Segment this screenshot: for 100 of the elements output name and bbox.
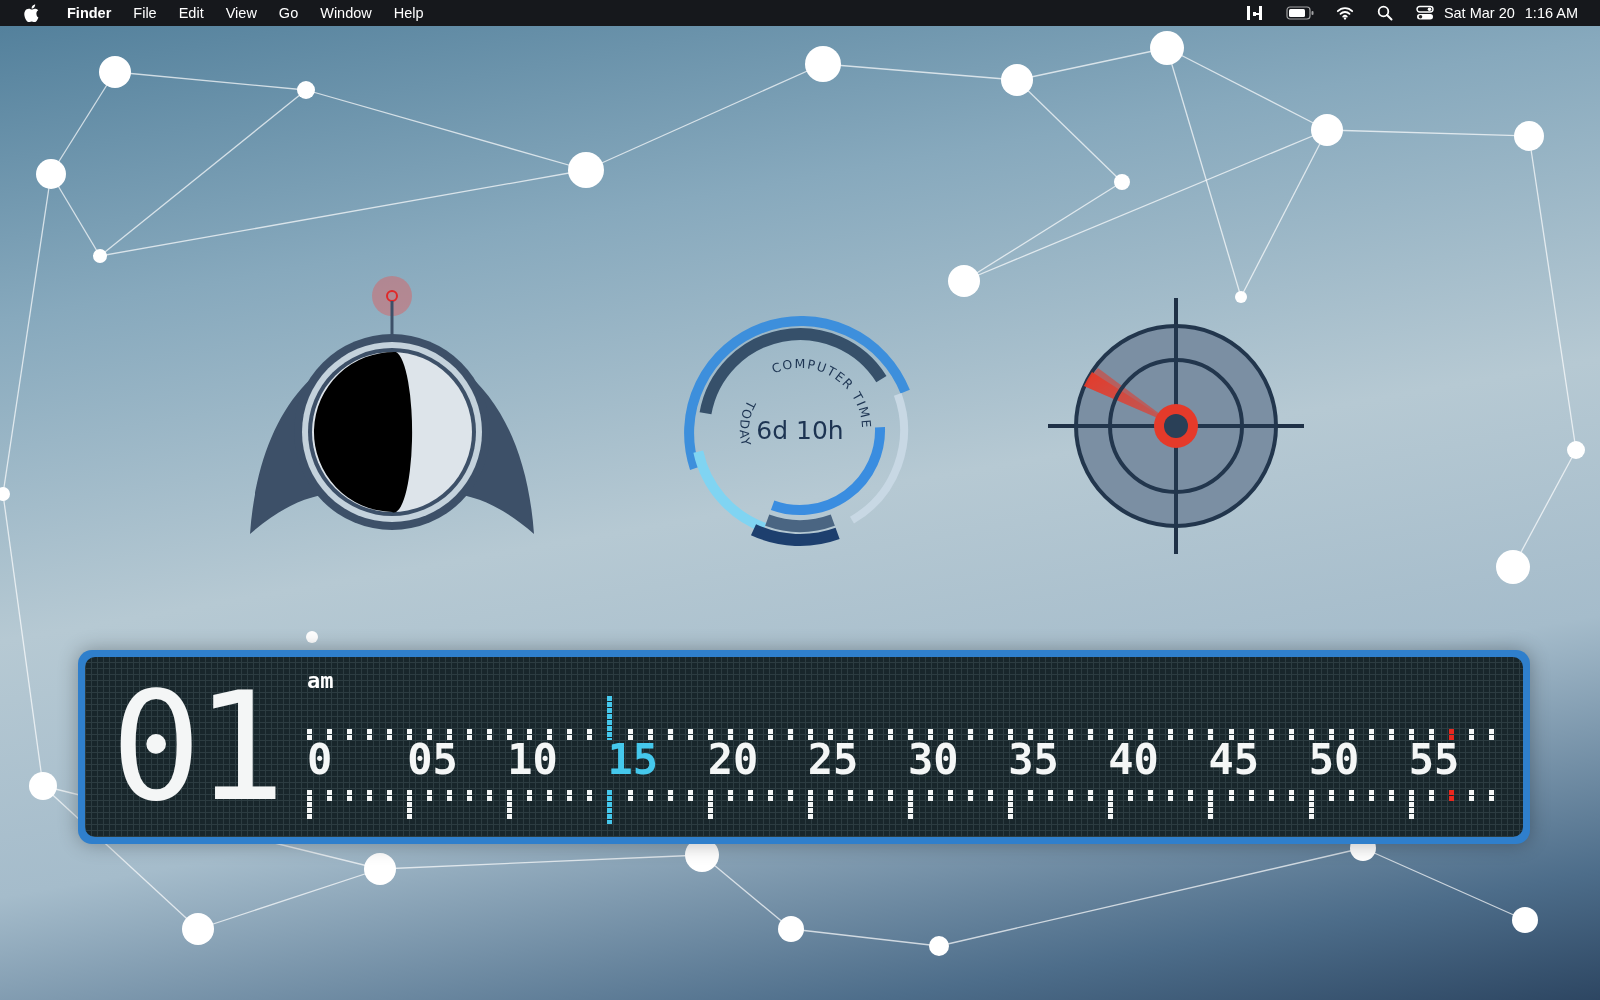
- tick-mark: [1128, 729, 1134, 740]
- minute-label: 45: [1208, 739, 1261, 781]
- tick-mark: [1148, 729, 1154, 740]
- tick-mark: [767, 790, 773, 801]
- tick-mark: [467, 790, 473, 801]
- computer-time-value: 6d 10h: [756, 415, 844, 445]
- tick-mark: [1188, 790, 1194, 801]
- tick-mark: [447, 790, 453, 801]
- control-center-icon[interactable]: [1415, 5, 1434, 21]
- tick-mark: [1268, 790, 1274, 801]
- tick-mark: [1248, 729, 1254, 740]
- tick-mark: [887, 790, 893, 801]
- tick-mark: [1228, 729, 1234, 740]
- tick-mark: [367, 790, 373, 801]
- tick-mark: [347, 729, 353, 740]
- tick-mark: [747, 790, 753, 801]
- tick-mark: [407, 790, 413, 819]
- tick-mark: [1468, 729, 1474, 740]
- tick-mark: [347, 790, 353, 801]
- tick-mark: [1008, 729, 1014, 740]
- tick-mark: [307, 790, 312, 819]
- tick-mark: [327, 729, 333, 740]
- tick-mark: [827, 790, 833, 801]
- apple-logo-icon[interactable]: [24, 4, 39, 22]
- tick-mark: [867, 790, 873, 801]
- tick-mark: [607, 790, 613, 824]
- tick-mark: [727, 790, 733, 801]
- tick-mark: [1188, 729, 1194, 740]
- tick-mark: [1388, 729, 1394, 740]
- tick-mark: [567, 790, 573, 801]
- tick-mark: [1288, 729, 1294, 740]
- battery-icon[interactable]: [1285, 5, 1314, 21]
- app-menu[interactable]: Finder: [67, 5, 112, 21]
- tick-mark: [1488, 790, 1494, 801]
- tick-mark: [587, 729, 593, 740]
- tick-mark: [807, 729, 813, 740]
- tick-mark: [1328, 790, 1334, 801]
- tick-mark: [988, 729, 994, 740]
- tick-mark: [1368, 729, 1374, 740]
- tick-mark: [1048, 790, 1054, 801]
- tick-mark: [1008, 790, 1014, 819]
- tick-mark: [1328, 729, 1334, 740]
- tick-mark: [1168, 729, 1174, 740]
- minute-label: 15: [607, 739, 660, 781]
- tick-mark: [908, 729, 913, 740]
- tick-mark: [787, 790, 793, 801]
- tick-mark: [1228, 790, 1234, 801]
- tick-mark: [948, 790, 954, 801]
- tick-mark: [687, 790, 693, 801]
- bars-status-icon[interactable]: [1245, 5, 1264, 21]
- tick-mark: [727, 729, 733, 740]
- tick-mark: [928, 729, 934, 740]
- menu-item[interactable]: File: [133, 5, 157, 21]
- minute-label: 05: [407, 739, 459, 781]
- tick-mark: [1388, 790, 1394, 801]
- tick-mark: [1048, 729, 1054, 740]
- minute-label: 35: [1008, 739, 1060, 781]
- tick-mark: [1428, 729, 1434, 740]
- tick-mark: [667, 790, 673, 801]
- tick-mark: [1108, 729, 1114, 740]
- tick-mark: [747, 729, 753, 740]
- menu-item[interactable]: View: [225, 5, 257, 21]
- tick-mark: [827, 729, 833, 740]
- menu-item[interactable]: Go: [278, 5, 299, 21]
- tick-mark: [1308, 790, 1314, 819]
- tick-mark: [547, 729, 553, 740]
- menu-bar-time[interactable]: 1:16 AM: [1524, 5, 1578, 21]
- tick-mark: [1108, 790, 1114, 819]
- tick-mark: [507, 729, 513, 740]
- tick-mark: [687, 729, 693, 740]
- tick-mark: [1028, 790, 1034, 801]
- minute-label: 25: [807, 739, 860, 781]
- wifi-icon[interactable]: [1335, 5, 1354, 21]
- minute-label: 10: [507, 739, 559, 781]
- minute-label: 20: [707, 739, 760, 781]
- tick-mark: [1408, 729, 1414, 740]
- tick-mark: [327, 790, 333, 801]
- tick-mark: [707, 729, 713, 740]
- menu-item[interactable]: Help: [393, 5, 424, 21]
- menu-bar-date[interactable]: Sat Mar 20: [1443, 5, 1515, 21]
- tick-mark: [507, 790, 513, 819]
- tick-mark: [387, 790, 393, 801]
- search-icon[interactable]: [1375, 5, 1394, 21]
- menu-item[interactable]: Window: [320, 5, 372, 21]
- tick-mark: [627, 729, 633, 740]
- tick-mark: [607, 696, 613, 740]
- tick-mark: [807, 790, 813, 819]
- am-pm-label: am: [307, 670, 334, 692]
- tick-mark: [1348, 729, 1354, 740]
- tick-mark: [367, 729, 373, 740]
- tick-mark: [847, 729, 853, 740]
- tick-mark: [1428, 790, 1434, 801]
- tick-mark: [427, 790, 433, 801]
- tick-mark: [1148, 790, 1154, 801]
- tick-mark: [1068, 729, 1074, 740]
- tick-mark: [1028, 729, 1034, 740]
- tick-mark: [567, 729, 573, 740]
- tick-mark: [787, 729, 793, 740]
- menu-item[interactable]: Edit: [178, 5, 204, 21]
- tick-mark: [948, 729, 954, 740]
